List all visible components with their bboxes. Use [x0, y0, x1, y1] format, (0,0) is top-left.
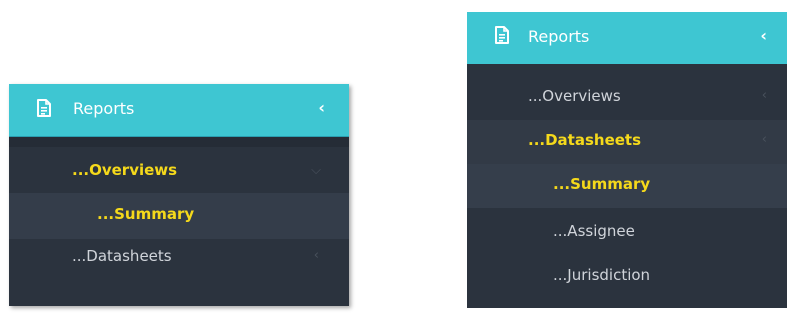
document-icon	[37, 99, 51, 117]
document-icon	[495, 26, 509, 44]
reports-header[interactable]: Reports ‹	[9, 84, 349, 137]
submenu-item-summary[interactable]: ...Summary	[467, 164, 787, 208]
menu-item-label: ...Assignee	[553, 222, 635, 240]
menu-item-overviews[interactable]: ...Overviews ⌵	[9, 147, 349, 193]
submenu-item-jurisdiction[interactable]: ...Jurisdiction	[467, 256, 787, 300]
menu-item-overviews[interactable]: ...Overviews ‹	[467, 64, 787, 120]
chevron-left-icon: ‹	[761, 132, 767, 147]
menu-item-label: ...Overviews	[528, 87, 621, 105]
menu-item-label: ...Summary	[97, 205, 195, 223]
submenu-item-assignee[interactable]: ...Assignee	[467, 208, 787, 256]
reports-menu-expanded-datasheets: Reports ‹ ...Overviews ‹ ...Datasheets ‹…	[467, 12, 787, 308]
submenu-item-summary[interactable]: ...Summary	[9, 193, 349, 239]
reports-header[interactable]: Reports ‹	[467, 12, 787, 64]
menu-item-label: ...Datasheets	[72, 247, 172, 265]
chevron-down-icon: ⌵	[311, 163, 321, 178]
chevron-left-icon: ‹	[313, 248, 319, 263]
chevron-left-icon: ‹	[761, 88, 767, 103]
menu-item-label: ...Jurisdiction	[553, 266, 651, 284]
screenshot-stage: Reports ‹ ...Overviews ⌵ ...Summary ...D…	[0, 0, 787, 315]
reports-menu-collapsed-datasheets: Reports ‹ ...Overviews ⌵ ...Summary ...D…	[9, 84, 349, 306]
menu-item-label: ...Overviews	[72, 161, 178, 179]
chevron-left-icon[interactable]: ‹	[318, 98, 325, 117]
reports-title: Reports	[73, 99, 135, 118]
header-divider	[9, 137, 349, 147]
menu-item-label: ...Summary	[553, 175, 651, 193]
menu-item-datasheets[interactable]: ...Datasheets ‹	[467, 120, 787, 164]
chevron-left-icon[interactable]: ‹	[760, 26, 767, 45]
menu-item-label: ...Datasheets	[528, 131, 642, 149]
menu-item-datasheets[interactable]: ...Datasheets ‹	[9, 239, 349, 284]
reports-title: Reports	[528, 27, 590, 46]
